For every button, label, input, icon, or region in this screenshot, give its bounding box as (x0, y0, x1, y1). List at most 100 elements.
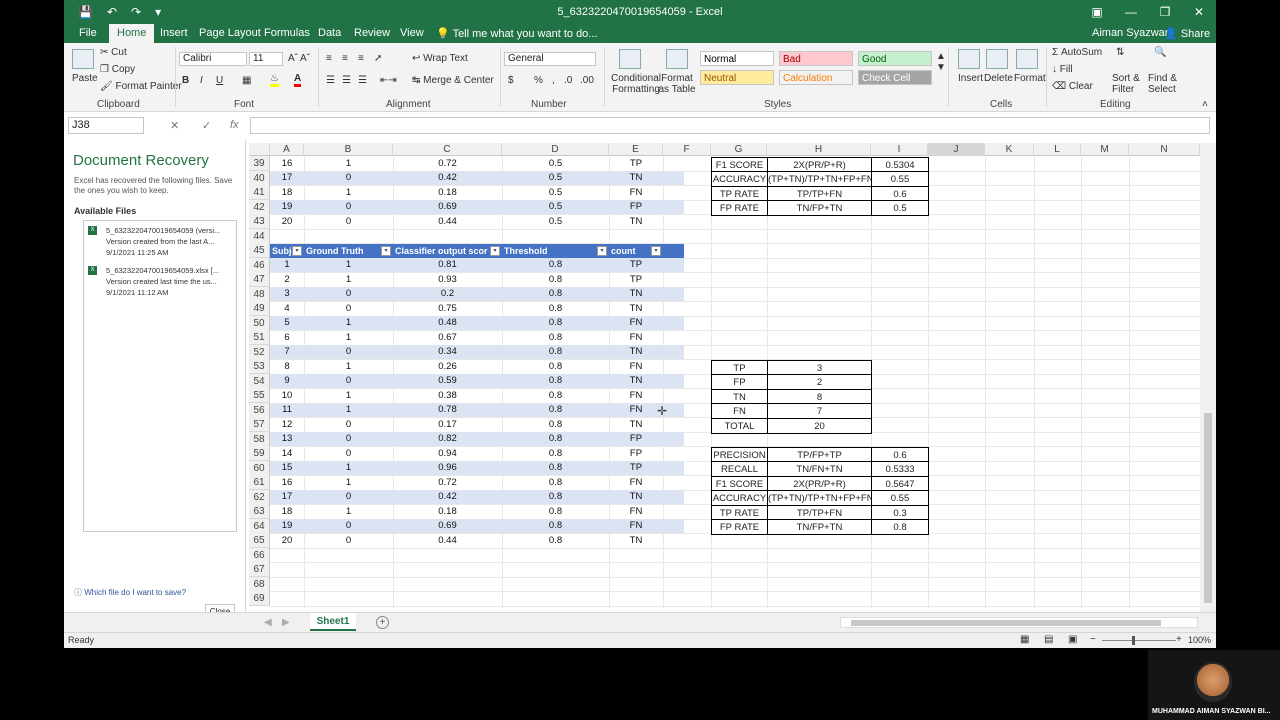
align-middle-icon[interactable]: ≡ (342, 53, 348, 64)
row-header[interactable]: 69 (249, 591, 270, 606)
table-cell-a[interactable]: 6 (270, 331, 304, 345)
table-cell-b[interactable]: 1 (304, 461, 393, 475)
table-cell-c[interactable]: 0.48 (393, 316, 502, 330)
table-cell-e[interactable]: TN (609, 374, 663, 388)
conditional-formatting-icon[interactable] (619, 49, 641, 69)
table-cell-b[interactable]: 1 (304, 360, 393, 374)
table-cell-c[interactable]: 0.96 (393, 461, 502, 475)
table-cell-c[interactable]: 0.93 (393, 273, 502, 287)
table-cell-c[interactable]: 0.26 (393, 360, 502, 374)
metric-cell-g[interactable]: FP RATE (711, 200, 768, 216)
table-cell-d[interactable]: 0.8 (502, 302, 609, 316)
recovered-file-item[interactable]: X 5_6323220470019654059 (versi... Versio… (88, 225, 234, 258)
table-cell-d[interactable]: 0.8 (502, 374, 609, 388)
table-cell-c[interactable]: 0.18 (393, 505, 502, 519)
align-bottom-icon[interactable]: ≡ (358, 53, 364, 64)
table-cell-b[interactable]: 0 (304, 171, 393, 185)
table-cell-e[interactable]: FN (609, 331, 663, 345)
table-cell-a[interactable]: 2 (270, 273, 304, 287)
spreadsheet-grid[interactable]: ABCDEFGHIJKLMN 39 16 1 0.72 0.5 TP 40 17 0 0.42 0.… (249, 143, 1200, 608)
table-cell-e[interactable]: FP (609, 200, 663, 214)
share-button[interactable]: 👤 Share (1164, 27, 1210, 40)
cut-button[interactable]: ✂ Cut (100, 47, 127, 58)
table-cell-e[interactable]: FN (609, 186, 663, 200)
format-cells-button[interactable]: Format (1014, 73, 1046, 84)
table-cell-e[interactable]: TP (609, 258, 663, 272)
table-cell-d[interactable]: 0.5 (502, 157, 609, 171)
next-sheet-icon[interactable]: ▶ (282, 617, 290, 628)
table-cell-b[interactable]: 1 (304, 476, 393, 490)
table-cell-d[interactable]: 0.8 (502, 490, 609, 504)
table-cell-d[interactable]: 0.8 (502, 287, 609, 301)
collapse-ribbon-icon[interactable]: ˄ (1202, 99, 1208, 110)
bold-button[interactable]: B (182, 75, 189, 86)
table-cell-d[interactable]: 0.8 (502, 331, 609, 345)
table-cell-c[interactable]: 0.75 (393, 302, 502, 316)
table-cell-d[interactable]: 0.8 (502, 476, 609, 490)
row-header[interactable]: 41 (249, 185, 270, 200)
row-header[interactable]: 52 (249, 344, 270, 360)
shrink-font-icon[interactable]: Aˇ (300, 53, 310, 64)
table-cell-e[interactable]: FN (609, 360, 663, 374)
table-cell-d[interactable]: 0.5 (502, 200, 609, 214)
filter-dropdown-icon[interactable]: ▾ (490, 245, 500, 256)
page-break-view-icon[interactable]: ▣ (1068, 634, 1077, 645)
table-cell-e[interactable]: TN (609, 418, 663, 432)
number-format-select[interactable]: General (504, 52, 596, 66)
table-cell-e[interactable]: TP (609, 273, 663, 287)
table-cell-d[interactable]: 0.8 (502, 447, 609, 461)
column-header-g[interactable]: G (711, 143, 767, 156)
metric-cell-g[interactable]: FP RATE (711, 519, 768, 535)
row-header[interactable]: 53 (249, 359, 270, 374)
table-cell-d[interactable]: 0.8 (502, 316, 609, 330)
table-cell-a[interactable]: 20 (270, 534, 304, 548)
table-cell-b[interactable]: 0 (304, 534, 393, 548)
table-cell-e[interactable]: FN (609, 476, 663, 490)
row-header[interactable]: 55 (249, 388, 270, 403)
row-header[interactable]: 64 (249, 518, 270, 534)
table-cell-d[interactable]: 0.8 (502, 360, 609, 374)
table-cell-e[interactable]: TN (609, 287, 663, 301)
row-header[interactable]: 47 (249, 272, 270, 287)
table-cell-c[interactable]: 0.18 (393, 186, 502, 200)
table-cell-d[interactable]: 0.8 (502, 519, 609, 533)
insert-cells-button[interactable]: Insert (958, 73, 983, 84)
table-cell-a[interactable]: 17 (270, 490, 304, 504)
table-cell-a[interactable]: 19 (270, 519, 304, 533)
underline-button[interactable]: U (216, 75, 223, 86)
table-cell-d[interactable]: 0.5 (502, 171, 609, 185)
zoom-slider[interactable] (1102, 640, 1176, 641)
table-cell-d[interactable]: 0.8 (502, 389, 609, 403)
table-cell-c[interactable]: 0.42 (393, 490, 502, 504)
column-header-j[interactable]: J (928, 143, 985, 156)
table-cell-a[interactable]: 17 (270, 171, 304, 185)
styles-scroll-icon[interactable]: ▲ ▼ (936, 51, 946, 73)
table-cell-c[interactable]: 0.44 (393, 215, 502, 229)
comma-button[interactable]: , (552, 75, 555, 86)
table-cell-a[interactable]: 18 (270, 505, 304, 519)
table-cell-c[interactable]: 0.59 (393, 374, 502, 388)
row-header[interactable]: 54 (249, 373, 270, 389)
table-cell-a[interactable]: 20 (270, 215, 304, 229)
delete-cells-button[interactable]: Delete (984, 73, 1013, 84)
table-cell-d[interactable]: 0.8 (502, 534, 609, 548)
row-header[interactable]: 59 (249, 446, 270, 461)
table-cell-b[interactable]: 0 (304, 287, 393, 301)
paste-label[interactable]: Paste (72, 73, 98, 84)
vertical-scroll-thumb[interactable] (1204, 413, 1212, 603)
column-header-f[interactable]: F (663, 143, 711, 156)
table-cell-c[interactable]: 0.34 (393, 345, 502, 359)
decrease-decimal-icon[interactable]: .00 (580, 75, 594, 86)
table-cell-d[interactable]: 0.8 (502, 505, 609, 519)
table-cell-c[interactable]: 0.2 (393, 287, 502, 301)
table-cell-a[interactable]: 16 (270, 476, 304, 490)
tab-home[interactable]: Home (109, 24, 155, 43)
table-cell-a[interactable]: 19 (270, 200, 304, 214)
table-cell-c[interactable]: 0.69 (393, 519, 502, 533)
table-cell-d[interactable]: 0.8 (502, 403, 609, 417)
filter-dropdown-icon[interactable]: ▾ (292, 245, 302, 256)
row-header[interactable]: 44 (249, 228, 270, 244)
table-cell-b[interactable]: 1 (304, 157, 393, 171)
tell-me-box[interactable]: 💡 Tell me what you want to do... (436, 27, 597, 40)
row-header[interactable]: 48 (249, 286, 270, 302)
